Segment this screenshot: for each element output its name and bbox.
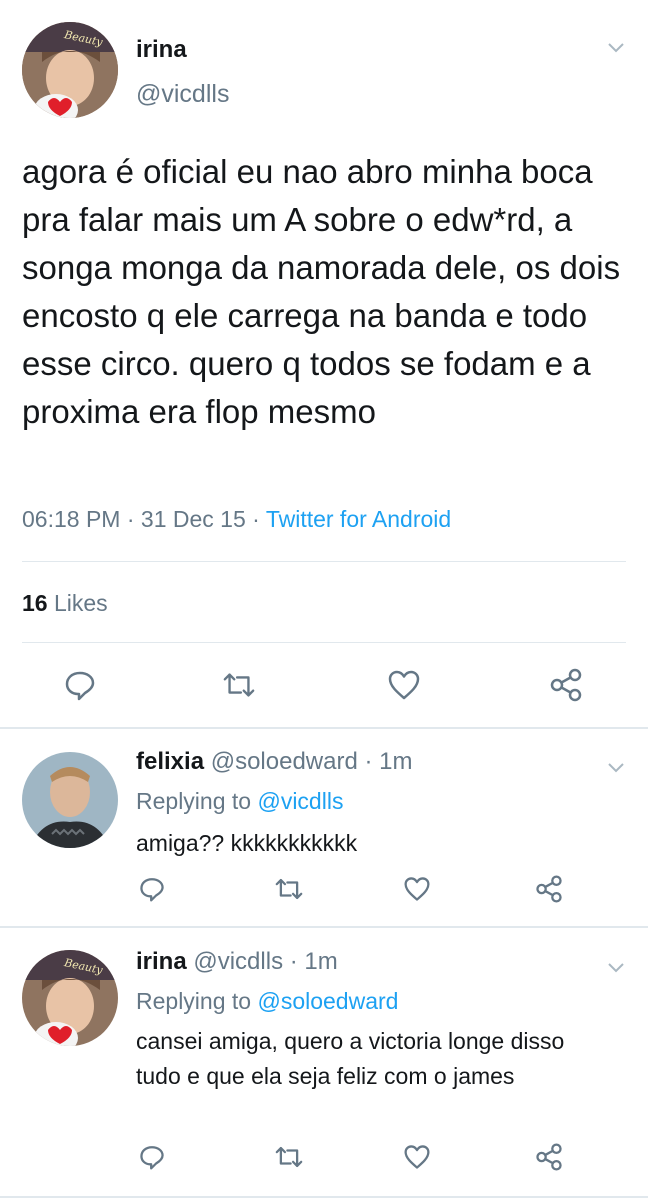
reply-header: irina @vicdlls · 1m — [136, 948, 338, 976]
tweet-time: 06:18 PM — [22, 506, 121, 532]
likes-label: Likes — [53, 590, 108, 616]
reply-icon — [65, 671, 95, 701]
retweet-button[interactable] — [272, 1140, 306, 1174]
retweet-icon — [223, 673, 255, 697]
chevron-down-icon — [608, 763, 624, 773]
thread-divider — [0, 1196, 648, 1198]
share-button[interactable] — [549, 668, 583, 702]
tweet-menu-button[interactable] — [608, 760, 624, 778]
avatar[interactable]: Beauty — [22, 22, 118, 118]
user-name[interactable]: irina — [136, 948, 187, 975]
user-handle[interactable]: @vicdlls — [193, 948, 283, 975]
meta-dot: · — [289, 948, 298, 975]
thread-divider — [0, 727, 648, 729]
avatar[interactable] — [22, 752, 118, 848]
like-button[interactable] — [387, 668, 421, 702]
share-icon — [550, 668, 582, 702]
reply-text: cansei amiga, quero a victoria longe dis… — [136, 1028, 565, 1089]
heart-icon — [388, 670, 420, 700]
reply-header: felixia @soloedward · 1m — [136, 748, 413, 776]
tweet-menu-button[interactable] — [608, 960, 624, 978]
tweet-menu-button[interactable] — [608, 40, 624, 58]
replying-to: Replying to @soloedward — [136, 988, 398, 1015]
tweet-meta: 06:18 PM · 31 Dec 15 · Twitter for Andro… — [22, 506, 451, 533]
reply-text: amiga?? kkkkkkkkkkk — [136, 830, 358, 856]
avatar-image — [22, 752, 118, 848]
tweet-text: agora é oficial eu nao abro minha boca p… — [22, 153, 621, 430]
user-handle[interactable]: @vicdlls — [136, 80, 229, 109]
chevron-down-icon — [608, 963, 624, 973]
user-handle[interactable]: @soloedward — [211, 748, 358, 775]
replying-label: Replying to — [136, 988, 252, 1014]
heart-icon — [404, 877, 430, 901]
replying-handle-link[interactable]: @vicdlls — [257, 788, 343, 814]
retweet-button[interactable] — [272, 872, 306, 906]
like-button[interactable] — [400, 872, 434, 906]
avatar[interactable]: Beauty — [22, 950, 118, 1046]
reply-icon — [140, 1146, 164, 1170]
likes-stat[interactable]: 16 Likes — [22, 590, 108, 617]
reply-icon — [140, 878, 164, 902]
reply-time: 1m — [304, 948, 338, 975]
share-button[interactable] — [532, 1140, 566, 1174]
thread-divider — [0, 926, 648, 928]
tweet-client-link[interactable]: Twitter for Android — [266, 506, 451, 532]
replying-label: Replying to — [136, 788, 252, 814]
heart-icon — [404, 1145, 430, 1169]
replying-handle-link[interactable]: @soloedward — [257, 988, 398, 1014]
reply-time: 1m — [379, 748, 413, 775]
meta-dot: · — [252, 506, 260, 532]
likes-count: 16 — [22, 590, 48, 616]
reply-button[interactable] — [135, 1140, 169, 1174]
reply-button[interactable] — [63, 668, 97, 702]
user-name[interactable]: irina — [136, 36, 187, 64]
meta-dot: · — [364, 748, 373, 775]
divider — [22, 642, 626, 643]
retweet-button[interactable] — [222, 668, 256, 702]
reply-button[interactable] — [135, 872, 169, 906]
user-name[interactable]: felixia — [136, 748, 204, 775]
tweet-date: 31 Dec 15 — [140, 506, 246, 532]
like-button[interactable] — [400, 1140, 434, 1174]
retweet-icon — [275, 1146, 303, 1168]
share-icon — [536, 1143, 562, 1171]
divider — [22, 561, 626, 562]
retweet-icon — [275, 878, 303, 900]
replying-to: Replying to @vicdlls — [136, 788, 343, 815]
meta-dot: · — [126, 506, 135, 532]
share-button[interactable] — [532, 872, 566, 906]
chevron-down-icon — [608, 43, 624, 53]
share-icon — [536, 875, 562, 903]
